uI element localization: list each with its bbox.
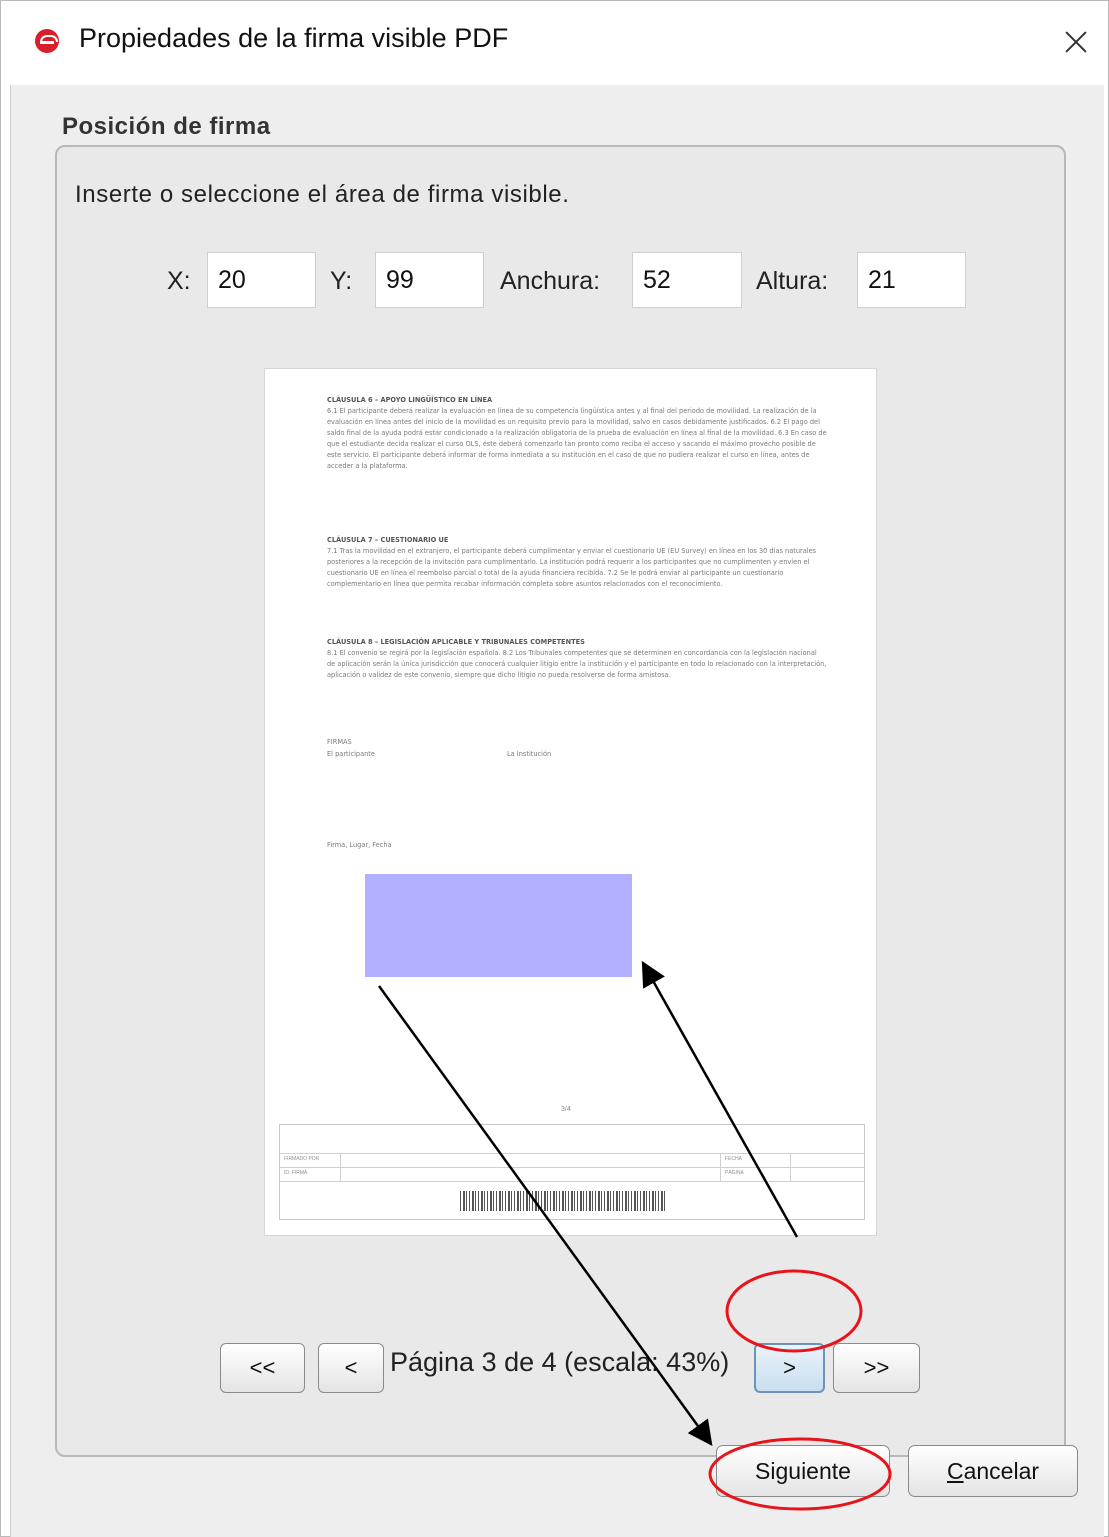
- clause-8: CLÁUSULA 8 – LEGISLACIÓN APLICABLE Y TRI…: [327, 637, 827, 717]
- verification-footer: FIRMADO POR FECHA ID. FIRMA PÁGINA: [279, 1124, 865, 1220]
- instruction-text: Inserte o seleccione el área de firma vi…: [75, 181, 570, 208]
- pdf-page-preview[interactable]: CLÁUSULA 6 – APOYO LINGÜÍSTICO EN LÍNEA …: [264, 368, 877, 1236]
- clause-7: CLÁUSULA 7 – CUESTIONARIO UE 7.1 Tras la…: [327, 535, 827, 627]
- clause-6-heading: CLÁUSULA 6 – APOYO LINGÜÍSTICO EN LÍNEA: [327, 396, 493, 404]
- cancel-mnemonic: C: [946, 1457, 964, 1484]
- window-title: Propiedades de la firma visible PDF: [79, 23, 509, 53]
- page-info-label: Página 3 de 4 (escala: 43%): [390, 1347, 730, 1377]
- clause-7-heading: CLÁUSULA 7 – CUESTIONARIO UE: [327, 536, 449, 544]
- title-bar: Propiedades de la firma visible PDF: [1, 1, 1108, 85]
- signature-position-group: Inserte o seleccione el área de firma vi…: [55, 145, 1066, 1457]
- institution-label: La Institución: [507, 750, 552, 758]
- clause-8-heading: CLÁUSULA 8 – LEGISLACIÓN APLICABLE Y TRI…: [327, 638, 585, 646]
- section-title: Posición de firma: [62, 113, 271, 140]
- footer-signed-by: FIRMADO POR: [284, 1156, 320, 1162]
- barcode-image: [460, 1191, 665, 1211]
- close-icon[interactable]: [1052, 17, 1100, 65]
- cancel-button[interactable]: Cancelar: [908, 1445, 1078, 1497]
- clause-6-body: 6.1 El participante deberá realizar la e…: [327, 407, 827, 470]
- participant-label: El participante: [327, 750, 375, 758]
- last-page-button[interactable]: >>: [833, 1343, 920, 1393]
- height-input[interactable]: [857, 252, 966, 308]
- y-input[interactable]: [375, 252, 484, 308]
- preview-page-number: 3/4: [561, 1106, 571, 1113]
- footer-date: FECHA: [725, 1156, 742, 1162]
- width-input[interactable]: [632, 252, 742, 308]
- x-label: X:: [167, 267, 191, 295]
- cancel-label-rest: ancelar: [963, 1457, 1040, 1484]
- clause-7-body: 7.1 Tras la movilidad en el extranjero, …: [327, 547, 817, 588]
- app-logo-icon: [35, 29, 59, 53]
- clause-6: CLÁUSULA 6 – APOYO LINGÜÍSTICO EN LÍNEA …: [327, 395, 827, 517]
- footer-sign-id: ID. FIRMA: [284, 1170, 308, 1176]
- next-step-button[interactable]: Siguiente: [716, 1445, 890, 1497]
- dialog-content: Posición de firma Inserte o seleccione e…: [10, 85, 1104, 1537]
- signature-area-rectangle[interactable]: [365, 874, 632, 977]
- footer-page: PÁGINA: [725, 1170, 744, 1176]
- next-page-button[interactable]: >: [754, 1343, 825, 1393]
- previous-page-button[interactable]: <: [318, 1343, 384, 1393]
- signatures-heading: FIRMAS: [327, 738, 352, 746]
- clause-8-body: 8.1 El convenio se regirá por la legisla…: [327, 649, 827, 679]
- height-label: Altura:: [756, 267, 829, 295]
- dialog-window: Propiedades de la firma visible PDF Posi…: [0, 0, 1109, 1537]
- width-label: Anchura:: [500, 267, 601, 295]
- y-label: Y:: [330, 267, 353, 295]
- x-input[interactable]: [207, 252, 316, 308]
- place-date-label: Firma, Lugar, Fecha: [327, 841, 392, 849]
- first-page-button[interactable]: <<: [220, 1343, 305, 1393]
